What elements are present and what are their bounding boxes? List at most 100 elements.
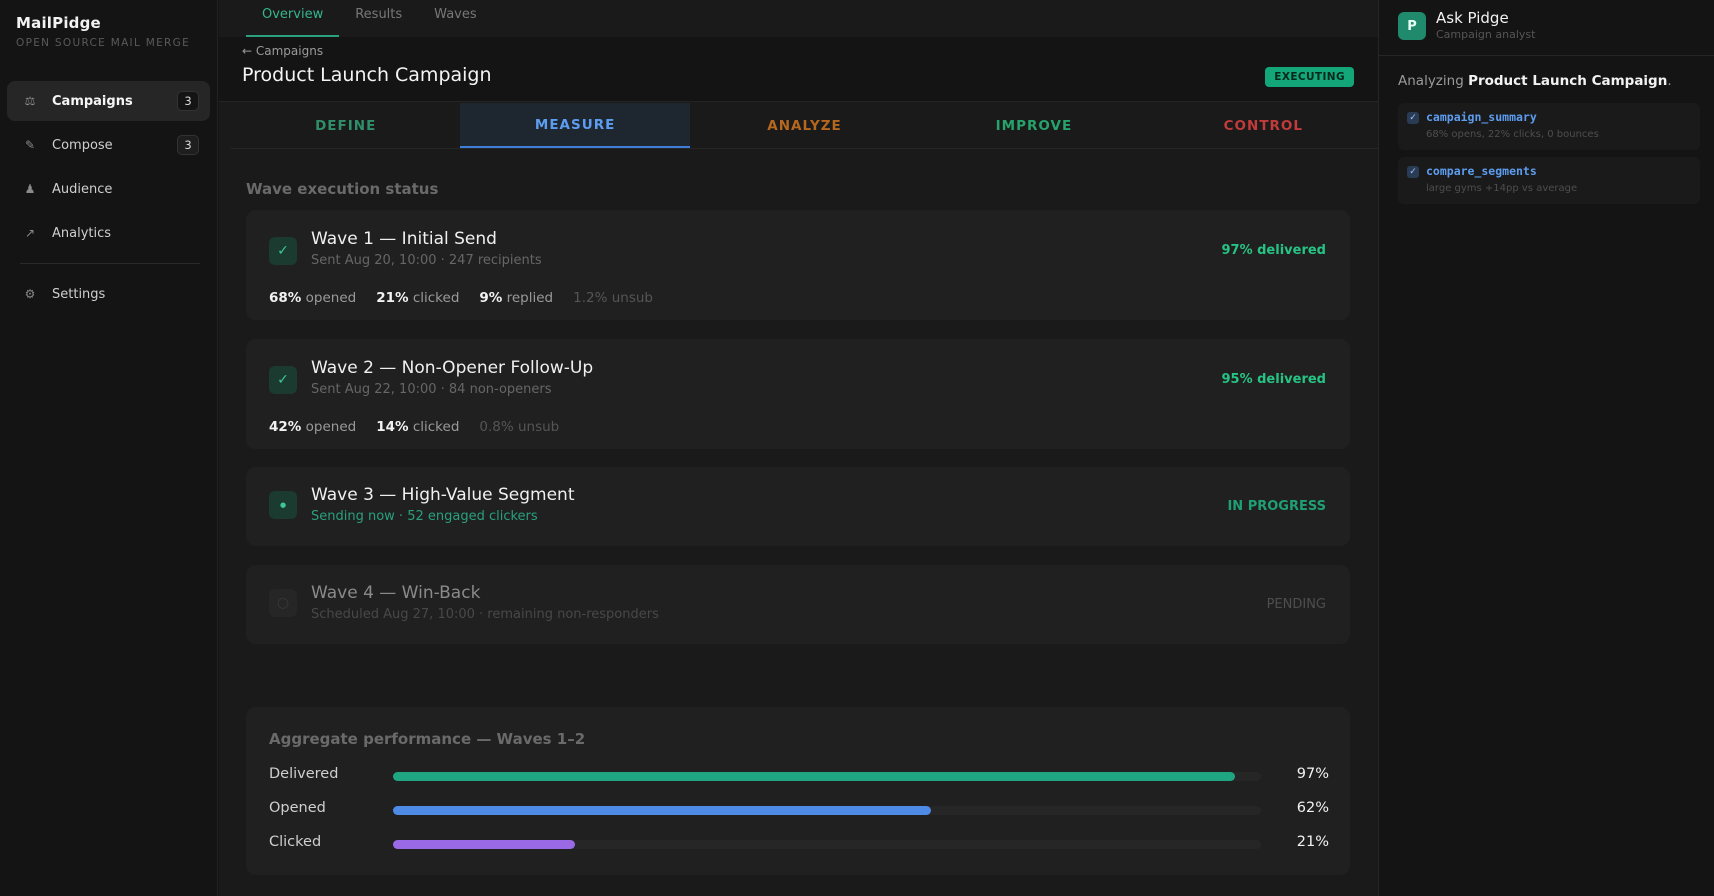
wave-title: Wave 4 — Win-Back	[311, 583, 481, 603]
phase-tab-define[interactable]: DEFINE	[231, 103, 460, 148]
page-title: Product Launch Campaign	[242, 64, 492, 86]
circle-icon: ○	[269, 589, 297, 617]
tab-results[interactable]: Results	[339, 0, 418, 37]
metric-replied: 9% replied	[479, 290, 553, 306]
breadcrumb-campaigns[interactable]: ← Campaigns	[242, 44, 323, 58]
wave-title: Wave 3 — High-Value Segment	[311, 485, 575, 505]
campaign-header: ← Campaigns Product Launch Campaign EXEC…	[219, 37, 1378, 102]
bar-label: Delivered	[269, 766, 339, 782]
metric-label: replied	[506, 290, 554, 306]
phase-tab-analyze[interactable]: ANALYZE	[690, 103, 919, 148]
assistant-avatar: P	[1398, 12, 1426, 40]
bar-value: 97%	[1296, 766, 1329, 782]
wave-card[interactable]: ✓ Wave 1 — Initial Send Sent Aug 20, 10:00…	[246, 210, 1350, 320]
wave-status: 97% delivered	[1221, 243, 1326, 258]
main-content: Overview Results Waves ← Campaigns Product…	[219, 0, 1378, 896]
bar-value: 21%	[1296, 834, 1329, 850]
bar-row-clicked: Clicked 21%	[269, 834, 1329, 854]
checkbox-icon: ✓	[1407, 112, 1419, 124]
scales-icon: ⚖	[24, 94, 36, 108]
tab-overview[interactable]: Overview	[246, 0, 340, 37]
tool-description: 68% opens, 22% clicks, 0 bounces	[1426, 129, 1599, 140]
sidebar-nav: ⚖ Campaigns 3 ✎ Compose 3 ♟ Audience ↗ Analytics ⚙…	[7, 81, 210, 318]
message-suffix: .	[1667, 73, 1672, 89]
aggregate-title: Aggregate performance — Waves 1–2	[269, 730, 586, 748]
trend-arrow-icon: ↗	[24, 226, 36, 240]
metric-unsub: 0.8% unsub	[479, 419, 560, 435]
sidebar-item-analytics[interactable]: ↗ Analytics	[7, 213, 210, 253]
message-prefix: Analyzing	[1398, 73, 1469, 89]
metric-value: 42%	[269, 419, 302, 435]
metric-label: opened	[305, 419, 357, 435]
aggregate-performance-card: Aggregate performance — Waves 1–2 Delive…	[246, 707, 1350, 875]
wave-title: Wave 1 — Initial Send	[311, 229, 497, 249]
bar-track	[393, 840, 1261, 849]
bar-fill-clicked	[393, 840, 576, 849]
gear-icon: ⚙	[24, 287, 36, 301]
assistant-panel: P Ask Pidge Campaign analyst Analyzing P…	[1378, 0, 1714, 896]
top-tab-bar: Overview Results Waves	[246, 0, 493, 37]
phase-tab-improve[interactable]: IMPROVE	[919, 103, 1148, 148]
tool-name: compare_segments	[1426, 164, 1537, 178]
wave-card[interactable]: ● Wave 3 — High-Value Segment Sending now …	[246, 467, 1350, 546]
sidebar-item-label: Analytics	[52, 225, 112, 241]
section-title: Wave execution status	[246, 180, 439, 198]
sidebar-item-campaigns[interactable]: ⚖ Campaigns 3	[7, 81, 210, 121]
sidebar-item-label: Compose	[52, 137, 113, 153]
wave-status: IN PROGRESS	[1227, 499, 1326, 514]
wave-subtitle: Scheduled Aug 27, 10:00 · remaining non-…	[311, 607, 659, 622]
tool-description: large gyms +14pp vs average	[1426, 183, 1578, 194]
wave-title: Wave 2 — Non-Opener Follow-Up	[311, 358, 594, 378]
sidebar-item-label: Audience	[52, 181, 113, 197]
dot-icon: ●	[269, 491, 297, 519]
sidebar-divider	[20, 263, 200, 264]
count-badge: 3	[177, 91, 199, 111]
assistant-header: P Ask Pidge Campaign analyst	[1379, 0, 1714, 56]
app-name: MailPidge	[16, 14, 101, 32]
metric-clicked: 21% clicked	[376, 290, 459, 306]
bar-row-delivered: Delivered 97%	[269, 766, 1329, 786]
message-subject: Product Launch Campaign	[1468, 73, 1668, 89]
metric-label: opened	[305, 290, 357, 306]
metric-unsub: 1.2% unsub	[573, 290, 653, 306]
bar-row-opened: Opened 62%	[269, 800, 1329, 820]
metric-label: clicked	[412, 290, 460, 306]
tool-call-compare-segments[interactable]: ✓ compare_segments large gyms +14pp vs ave…	[1398, 157, 1700, 204]
tool-call-campaign-summary[interactable]: ✓ campaign_summary 68% opens, 22% clicks, …	[1398, 103, 1700, 150]
bar-value: 62%	[1296, 800, 1329, 816]
pencil-icon: ✎	[24, 138, 36, 152]
sidebar-item-label: Settings	[52, 286, 106, 302]
metric-value: 21%	[376, 290, 409, 306]
assistant-message: Analyzing Product Launch Campaign.	[1398, 73, 1672, 89]
bar-label: Opened	[269, 800, 326, 816]
wave-subtitle: Sent Aug 20, 10:00 · 247 recipients	[311, 253, 542, 268]
bar-label: Clicked	[269, 834, 322, 850]
phase-tab-control[interactable]: CONTROL	[1149, 103, 1378, 148]
wave-metrics: 68% opened 21% clicked 9% replied 1.2% unsu…	[269, 290, 673, 306]
metric-label: clicked	[412, 419, 460, 435]
app-tagline: OPEN SOURCE MAIL MERGE	[16, 37, 191, 49]
check-icon: ✓	[269, 237, 297, 265]
wave-card[interactable]: ○ Wave 4 — Win-Back Scheduled Aug 27, 10:0…	[246, 565, 1350, 644]
bar-fill-opened	[393, 806, 932, 815]
sidebar: MailPidge OPEN SOURCE MAIL MERGE ⚖ Campai…	[0, 0, 218, 896]
tab-waves[interactable]: Waves	[418, 0, 492, 37]
assistant-role: Campaign analyst	[1436, 28, 1536, 41]
sidebar-item-settings[interactable]: ⚙ Settings	[7, 274, 210, 314]
metric-value: 68%	[269, 290, 302, 306]
bar-track	[393, 772, 1261, 781]
metric-value: 9%	[479, 290, 503, 306]
wave-card[interactable]: ✓ Wave 2 — Non-Opener Follow-Up Sent Aug 2…	[246, 339, 1350, 449]
wave-status: 95% delivered	[1221, 372, 1326, 387]
phase-tab-bar: DEFINE MEASURE ANALYZE IMPROVE CONTROL	[231, 103, 1378, 149]
phase-tab-measure[interactable]: MEASURE	[460, 103, 690, 148]
sidebar-item-compose[interactable]: ✎ Compose 3	[7, 125, 210, 165]
metric-clicked: 14% clicked	[376, 419, 459, 435]
check-icon: ✓	[269, 366, 297, 394]
metric-value: 14%	[376, 419, 409, 435]
assistant-name: Ask Pidge	[1436, 9, 1509, 27]
wave-subtitle: Sending now · 52 engaged clickers	[311, 509, 538, 524]
wave-subtitle: Sent Aug 22, 10:00 · 84 non-openers	[311, 382, 552, 397]
tool-name: campaign_summary	[1426, 110, 1537, 124]
sidebar-item-audience[interactable]: ♟ Audience	[7, 169, 210, 209]
